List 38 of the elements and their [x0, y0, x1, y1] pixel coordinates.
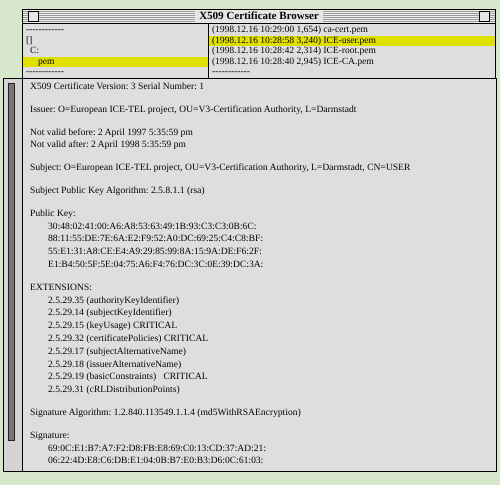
scrollbar-thumb[interactable]: [8, 83, 14, 441]
detail-item: 69:0C:E1:B7:A7:F2:D8:FB:E8:69:C0:13:CD:37:AD:21:: [47, 442, 268, 456]
detail-line: Not valid after: 2 April 1998 5:35:59 pm: [30, 139, 187, 152]
file-item[interactable]: (1998.12.16 10:29:00 1,654) ca-cert.pem: [209, 25, 495, 36]
file-item[interactable]: (1998.12.16 10:28:42 2,314) ICE-root.pem: [209, 46, 495, 56]
detail-item: E1:B4:50:5F:5E:04:75:A6:F4:76:DC:3C:0E:39:DC:3A:: [47, 258, 264, 272]
file-item[interactable]: (1998.12.16 10:28:40 2,945) ICE-CA.pem: [209, 56, 495, 67]
detail-line: Issuer: O=European ICE-TEL project, OU=V3-Certification Authority, L=Darmstadt: [30, 104, 358, 117]
directory-item[interactable]: ------------: [23, 67, 208, 78]
detail-item: 2.5.29.32 (certificatePolicies) CRITICAL: [47, 332, 210, 346]
detail-line: EXTENSIONS:: [30, 282, 93, 295]
detail-line: Subject: O=European ICE-TEL project, OU=V3-Certification Authority, L=Darmstadt, CN=USER: [30, 162, 412, 175]
directory-item[interactable]: pem: [23, 56, 208, 67]
directory-item[interactable]: ------------: [23, 25, 208, 36]
detail-item: 2.5.29.17 (subjectAlternativeName): [47, 346, 187, 359]
directory-item[interactable]: []: [23, 36, 208, 46]
detail-line: X509 Certificate Version: 3 Serial Number: 1: [30, 81, 206, 94]
detail-item: 06:22:4D:E8:C6:DB:E1:04:0B:B7:E0:B3:D6:0C:61:03:: [47, 455, 264, 468]
detail-item: 2.5.29.19 (basicConstraints) CRITICAL: [47, 371, 209, 384]
window-title: X509 Certificate Browser: [195, 10, 323, 23]
zoom-box-icon[interactable]: [479, 11, 490, 22]
detail-item: 2.5.29.15 (keyUsage) CRITICAL: [47, 320, 178, 333]
detail-item: 30:48:02:41:00:A6:A8:53:63:49:1B:93:C3:C3:0B:6C:: [47, 220, 258, 234]
detail-line: Signature:: [30, 430, 70, 443]
file-item[interactable]: (1998.12.16 10:28:58 3,240) ICE-user.pem: [209, 36, 495, 46]
detail-line: Subject Public Key Algorithm: 2.5.8.1.1 (rsa): [30, 184, 206, 198]
detail-item: 2.5.29.31 (cRLDistributionPoints): [47, 384, 181, 397]
detail-item: 2.5.29.18 (issuerAlternativeName): [47, 358, 182, 372]
detail-item: 88:11:55:DE:7E:6A:E2:F9:52:A0:DC:69:25:C4:C8:BF:: [47, 233, 264, 246]
file-item[interactable]: ------------: [209, 67, 495, 78]
detail-line: Signature Algorithm: 1.2.840.113549.1.1.4 (md5WithRSAEncryption): [30, 406, 302, 420]
detail-item: 2.5.29.35 (authorityKeyIdentifier): [47, 294, 180, 308]
detail-item: 2.5.29.14 (subjectKeyIdentifier): [47, 307, 173, 320]
close-box-icon[interactable]: [28, 11, 39, 22]
detail-line: Not valid before: 2 April 1997 5:35:59 pm: [30, 126, 194, 140]
detail-item: 55:E1:31:A8:CE:E4:A9:29:85:99:8A:15:9A:DE:F6:2F:: [47, 246, 263, 259]
directory-item[interactable]: C:: [23, 46, 208, 56]
detail-line: Public Key:: [30, 208, 77, 221]
